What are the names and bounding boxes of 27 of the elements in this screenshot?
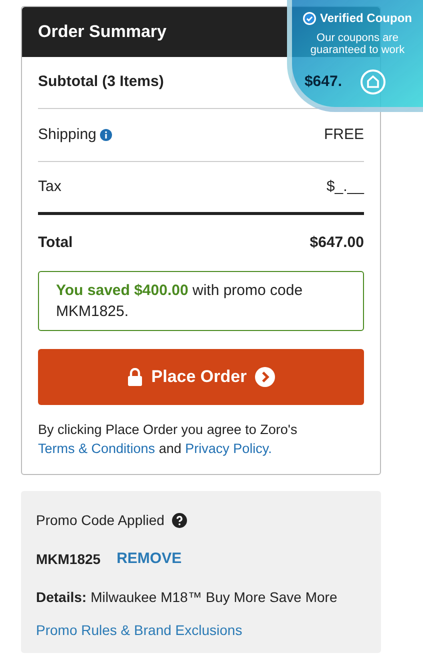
- privacy-link[interactable]: Privacy Policy.: [185, 441, 272, 456]
- promo-code: MKM1825: [36, 550, 101, 569]
- check-circle-icon: [302, 12, 316, 24]
- promo-rules-link[interactable]: Promo Rules & Brand Exclusions: [36, 620, 366, 640]
- shipping-value: FREE: [324, 124, 364, 145]
- terms-link[interactable]: Terms & Conditions: [38, 441, 156, 456]
- subtotal-value: $647.: [304, 72, 342, 92]
- help-icon[interactable]: [172, 513, 188, 528]
- tax-label: Tax: [38, 176, 62, 197]
- subtotal-label: Subtotal (3 Items): [38, 72, 164, 92]
- promo-heading: Promo Code Applied: [36, 511, 164, 530]
- card-title: Order Summary: [38, 21, 166, 44]
- badge-title: Verified Coupon: [320, 10, 412, 27]
- total-value: $647.00: [310, 232, 364, 253]
- details-text: Milwaukee M18™ Buy More Save More: [90, 588, 338, 607]
- info-icon[interactable]: [100, 129, 112, 141]
- total-label: Total: [38, 232, 73, 253]
- savings-notice: You saved $400.00 with promo code MKM1825.: [38, 271, 364, 331]
- shipping-label: Shipping: [38, 124, 96, 145]
- place-order-button[interactable]: Place Order: [38, 349, 364, 405]
- tax-value: $_.__: [326, 176, 364, 197]
- lock-icon: [127, 368, 144, 386]
- details-label: Details:: [36, 588, 87, 606]
- badge-text: Our coupons are guaranteed to work: [309, 32, 406, 56]
- chevron-circle-icon: [254, 367, 275, 387]
- remove-button[interactable]: REMOVE: [116, 548, 182, 570]
- terms-text: By clicking Place Order you agree to Zoro's Terms & Conditions and Privacy Policy.: [38, 421, 298, 458]
